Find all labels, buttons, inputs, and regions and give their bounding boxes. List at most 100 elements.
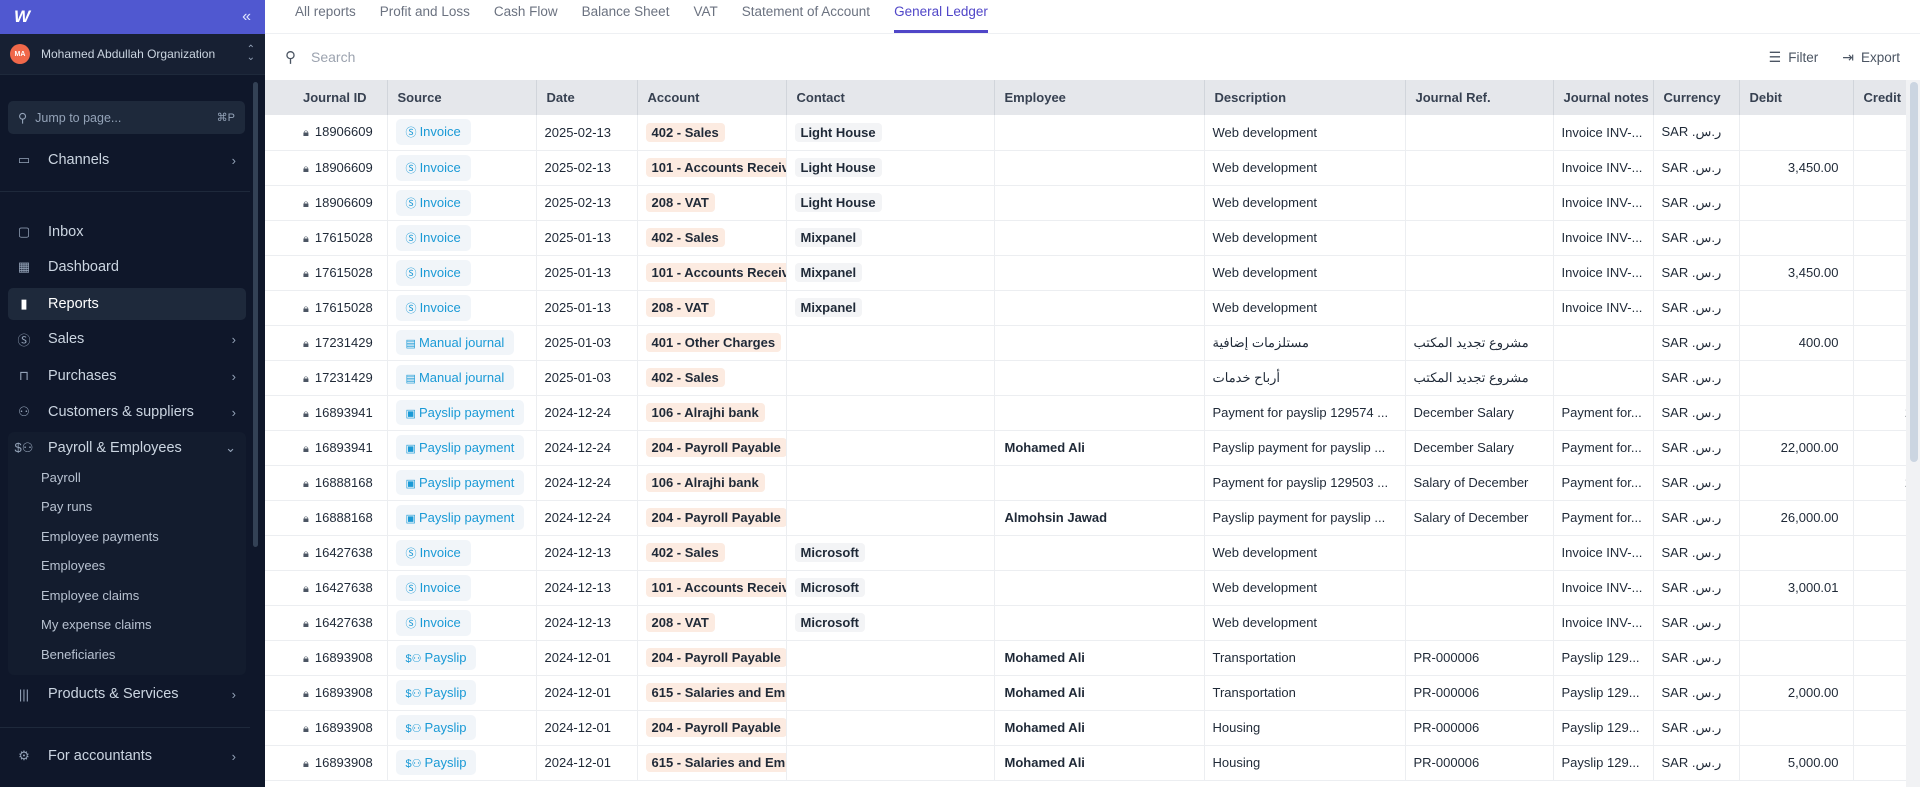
sidebar-item-reports[interactable]: ▮ Reports bbox=[8, 288, 246, 320]
table-row[interactable]: 🔒︎ 16427638 Ⓢ Invoice 2024-12-13 101 - Accou… bbox=[265, 570, 1906, 606]
tab-general-ledger[interactable]: General Ledger bbox=[894, 4, 988, 33]
journal-id[interactable]: 16427638 bbox=[315, 580, 373, 595]
sidebar-item-accountants[interactable]: ⚙ For accountants › bbox=[8, 740, 246, 772]
journal-id[interactable]: 17231429 bbox=[315, 370, 373, 385]
table-row[interactable]: 🔒︎ 17615028 Ⓢ Invoice 2025-01-13 402 - Sales… bbox=[265, 220, 1906, 256]
sidebar-subitem-employee-claims[interactable]: Employee claims bbox=[41, 588, 139, 603]
table-row[interactable]: 🔒︎ 18906609 Ⓢ Invoice 2025-02-13 402 - Sales… bbox=[265, 115, 1906, 151]
account-badge[interactable]: 402 - Sales bbox=[645, 543, 725, 562]
account-badge[interactable]: 204 - Payroll Payable bbox=[645, 508, 785, 527]
table-row[interactable]: 🔒︎ 16893941 ▣ Payslip payment 2024-12-24 106… bbox=[265, 395, 1906, 431]
collapse-sidebar-icon[interactable]: « bbox=[242, 8, 251, 26]
source-badge[interactable]: Ⓢ Invoice bbox=[395, 294, 471, 321]
account-badge[interactable]: 101 - Accounts Receiv bbox=[645, 158, 785, 177]
source-badge[interactable]: $⚇ Payslip bbox=[395, 680, 477, 705]
journal-id[interactable]: 16427638 bbox=[315, 615, 373, 630]
column-header-currency[interactable]: Currency bbox=[1653, 80, 1740, 115]
source-badge[interactable]: Ⓢ Invoice bbox=[395, 609, 471, 636]
journal-id[interactable]: 16893908 bbox=[315, 755, 373, 770]
sidebar-scrollbar[interactable] bbox=[253, 82, 258, 547]
table-row[interactable]: 🔒︎ 17615028 Ⓢ Invoice 2025-01-13 208 - VAT Mi… bbox=[265, 290, 1906, 326]
source-badge[interactable]: Ⓢ Invoice bbox=[395, 259, 471, 286]
journal-id[interactable]: 18906609 bbox=[315, 195, 373, 210]
source-badge[interactable]: ▤ Manual journal bbox=[395, 330, 515, 355]
contact-badge[interactable]: Microsoft bbox=[794, 578, 865, 597]
column-header-debit[interactable]: Debit bbox=[1739, 80, 1854, 115]
source-badge[interactable]: Ⓢ Invoice bbox=[395, 119, 471, 146]
sidebar-subitem-my-expense-claims[interactable]: My expense claims bbox=[41, 617, 152, 632]
source-badge[interactable]: ▣ Payslip payment bbox=[395, 400, 525, 425]
scrollbar-thumb[interactable] bbox=[1910, 82, 1918, 462]
column-header-date[interactable]: Date bbox=[536, 80, 638, 115]
journal-id[interactable]: 18906609 bbox=[315, 124, 373, 139]
column-header-source[interactable]: Source bbox=[387, 80, 537, 115]
contact-badge[interactable]: Microsoft bbox=[794, 543, 865, 562]
journal-id[interactable]: 16893908 bbox=[315, 720, 373, 735]
journal-id[interactable]: 16888168 bbox=[315, 510, 373, 525]
account-badge[interactable]: 615 - Salaries and Em bbox=[645, 753, 785, 772]
journal-id[interactable]: 16893941 bbox=[315, 405, 373, 420]
contact-badge[interactable]: Light House bbox=[794, 193, 882, 212]
account-badge[interactable]: 615 - Salaries and Em bbox=[645, 683, 785, 702]
sidebar-item-customers[interactable]: ⚇ Customers & suppliers › bbox=[8, 396, 246, 428]
sidebar-item-channels[interactable]: ▭ Channels › bbox=[8, 144, 246, 176]
journal-id[interactable]: 16893908 bbox=[315, 650, 373, 665]
contact-badge[interactable]: Microsoft bbox=[794, 613, 865, 632]
table-row[interactable]: 🔒︎ 16893908 $⚇ Payslip 2024-12-01 615 - Sala… bbox=[265, 745, 1906, 781]
sidebar-subitem-employee-payments[interactable]: Employee payments bbox=[41, 529, 159, 544]
column-header-journal-ref-[interactable]: Journal Ref. bbox=[1405, 80, 1554, 115]
contact-badge[interactable]: Light House bbox=[794, 158, 882, 177]
table-row[interactable]: 🔒︎ 16427638 Ⓢ Invoice 2024-12-13 208 - VAT Mi… bbox=[265, 605, 1906, 641]
sidebar-subitem-payroll[interactable]: Payroll bbox=[41, 470, 81, 485]
export-button[interactable]: ⇥ Export bbox=[1842, 49, 1900, 66]
table-row[interactable]: 🔒︎ 16427638 Ⓢ Invoice 2024-12-13 402 - Sales… bbox=[265, 535, 1906, 571]
journal-id[interactable]: 16427638 bbox=[315, 545, 373, 560]
journal-id[interactable]: 18906609 bbox=[315, 160, 373, 175]
account-badge[interactable]: 402 - Sales bbox=[645, 228, 725, 247]
source-badge[interactable]: Ⓢ Invoice bbox=[395, 189, 471, 216]
table-row[interactable]: 🔒︎ 17615028 Ⓢ Invoice 2025-01-13 101 - Accou… bbox=[265, 255, 1906, 291]
sidebar-item-purchases[interactable]: ⊓ Purchases › bbox=[8, 360, 246, 392]
account-badge[interactable]: 208 - VAT bbox=[645, 193, 715, 212]
account-badge[interactable]: 101 - Accounts Receiv bbox=[645, 578, 785, 597]
journal-id[interactable]: 16888168 bbox=[315, 475, 373, 490]
tab-statement-of-account[interactable]: Statement of Account bbox=[742, 4, 870, 33]
sidebar-subitem-pay-runs[interactable]: Pay runs bbox=[41, 499, 92, 514]
sidebar-item-sales[interactable]: Ⓢ Sales › bbox=[8, 323, 246, 355]
account-badge[interactable]: 204 - Payroll Payable bbox=[645, 718, 785, 737]
table-row[interactable]: 🔒︎ 16893908 $⚇ Payslip 2024-12-01 615 - Sala… bbox=[265, 675, 1906, 711]
sidebar-item-payroll[interactable]: $⚇ Payroll & Employees ⌄ bbox=[8, 432, 246, 464]
source-badge[interactable]: ▣ Payslip payment bbox=[395, 505, 525, 530]
column-header-journal-id[interactable]: Journal ID bbox=[265, 80, 388, 115]
tab-all-reports[interactable]: All reports bbox=[295, 4, 356, 33]
account-badge[interactable]: 106 - Alrajhi bank bbox=[645, 473, 765, 492]
contact-badge[interactable]: Mixpanel bbox=[794, 263, 863, 282]
tab-vat[interactable]: VAT bbox=[693, 4, 717, 33]
table-row[interactable]: 🔒︎ 18906609 Ⓢ Invoice 2025-02-13 208 - VAT Li… bbox=[265, 185, 1906, 221]
source-badge[interactable]: ▣ Payslip payment bbox=[395, 470, 525, 495]
source-badge[interactable]: Ⓢ Invoice bbox=[395, 574, 471, 601]
sidebar-item-dashboard[interactable]: ▦ Dashboard bbox=[8, 251, 246, 283]
search-input[interactable]: ⚲ Search bbox=[285, 48, 355, 66]
column-header-contact[interactable]: Contact bbox=[786, 80, 995, 115]
source-badge[interactable]: $⚇ Payslip bbox=[395, 715, 477, 740]
column-header-employee[interactable]: Employee bbox=[994, 80, 1205, 115]
account-badge[interactable]: 101 - Accounts Receiv bbox=[645, 263, 785, 282]
account-badge[interactable]: 402 - Sales bbox=[645, 122, 725, 142]
account-badge[interactable]: 204 - Payroll Payable bbox=[645, 438, 785, 457]
account-badge[interactable]: 106 - Alrajhi bank bbox=[645, 403, 765, 422]
source-badge[interactable]: Ⓢ Invoice bbox=[395, 154, 471, 181]
column-header-description[interactable]: Description bbox=[1204, 80, 1406, 115]
journal-id[interactable]: 17231429 bbox=[315, 335, 373, 350]
column-header-account[interactable]: Account bbox=[637, 80, 787, 115]
table-row[interactable]: 🔒︎ 16893908 $⚇ Payslip 2024-12-01 204 - Payr… bbox=[265, 710, 1906, 746]
journal-id[interactable]: 17615028 bbox=[315, 230, 373, 245]
tab-cash-flow[interactable]: Cash Flow bbox=[494, 4, 558, 33]
account-badge[interactable]: 204 - Payroll Payable bbox=[645, 648, 785, 667]
source-badge[interactable]: Ⓢ Invoice bbox=[395, 539, 471, 566]
table-row[interactable]: 🔒︎ 17231429 ▤ Manual journal 2025-01-03 401 … bbox=[265, 325, 1906, 361]
contact-badge[interactable]: Mixpanel bbox=[794, 228, 863, 247]
column-header-journal-notes[interactable]: Journal notes bbox=[1553, 80, 1654, 115]
source-badge[interactable]: ▣ Payslip payment bbox=[395, 435, 525, 460]
filter-button[interactable]: ☰ Filter bbox=[1769, 49, 1819, 66]
